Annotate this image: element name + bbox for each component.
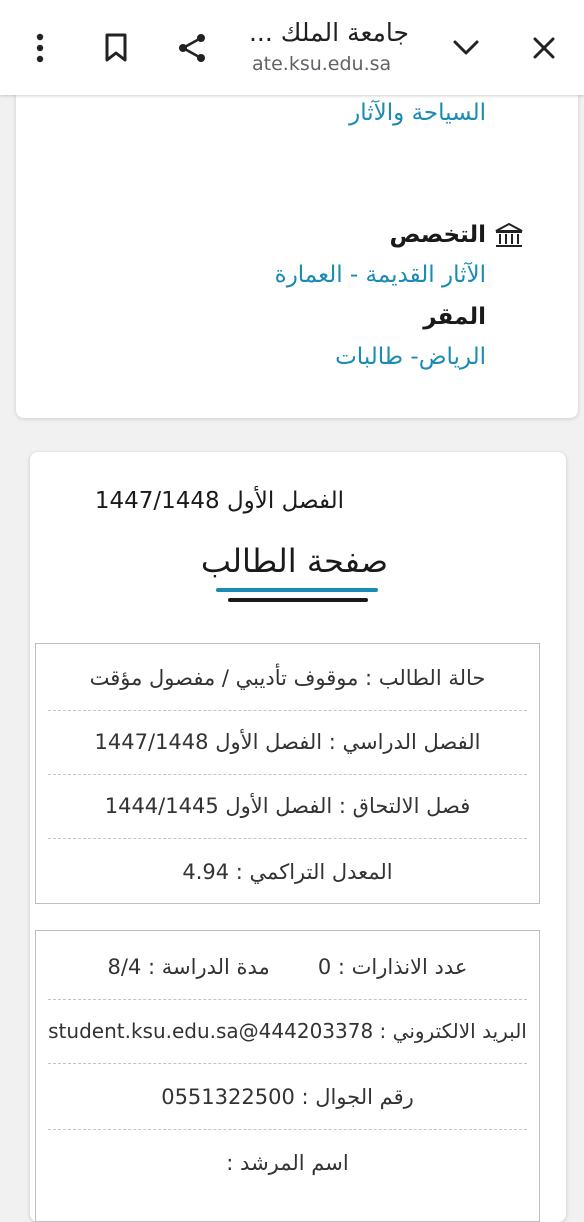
semester-heading: الفصل الأول 1447/1448 (94, 488, 344, 514)
share-icon (179, 34, 205, 62)
gpa-row: المعدل التراكمي : 4.94 (182, 860, 393, 884)
page-title-bar[interactable]: جامعة الملك ... (219, 18, 409, 47)
college-value[interactable]: السياحة والآثار (349, 100, 486, 126)
menu-button[interactable] (16, 24, 64, 72)
share-button[interactable] (168, 24, 216, 72)
bookmark-button[interactable] (92, 24, 140, 72)
dropdown-button[interactable] (442, 24, 490, 72)
warnings-count: عدد الانذارات : 0 (317, 955, 468, 979)
browser-toolbar: جامعة الملك ... ate.ksu.edu.sa (0, 0, 584, 95)
student-page-title: صفحة الطالب (200, 542, 388, 580)
close-button[interactable] (520, 24, 568, 72)
advisor-row: اسم المرشد : (226, 1151, 349, 1175)
mobile-row: رقم الجوال : 0551322500 (48, 1065, 527, 1130)
profile-card (16, 88, 578, 418)
more-vert-icon (36, 33, 44, 63)
email-row: البريد الالكتروني : student.ksu.edu.sa@4… (48, 999, 527, 1064)
institution-icon (495, 222, 523, 247)
campus-label: المقر (423, 304, 486, 330)
current-semester-row: الفصل الدراسي : الفصل الأول 1447/1448 (48, 710, 527, 775)
title-underline-dark (228, 598, 368, 602)
enrollment-semester-row: فصل الالتحاق : الفصل الأول 1444/1445 (48, 774, 527, 839)
warnings-duration-row: عدد الانذارات : 0 مدة الدراسة : 8/4 (48, 935, 527, 1000)
url-text[interactable]: ate.ksu.edu.sa (252, 53, 391, 75)
student-status-row: حالة الطالب : موقوف تأديبي / مفصول مؤقت (48, 646, 527, 711)
major-label: التخصص (389, 222, 486, 248)
major-value[interactable]: الآثار القديمة - العمارة (275, 262, 486, 288)
close-icon (533, 37, 555, 59)
bookmark-icon (105, 33, 127, 62)
study-duration: مدة الدراسة : 8/4 (107, 955, 270, 979)
title-underline-accent (216, 588, 378, 592)
chevron-down-icon (453, 40, 479, 55)
campus-value[interactable]: الرياض- طالبات (335, 344, 486, 370)
contact-box: عدد الانذارات : 0 مدة الدراسة : 8/4 البر… (35, 930, 540, 1222)
status-box: حالة الطالب : موقوف تأديبي / مفصول مؤقت … (35, 643, 540, 904)
